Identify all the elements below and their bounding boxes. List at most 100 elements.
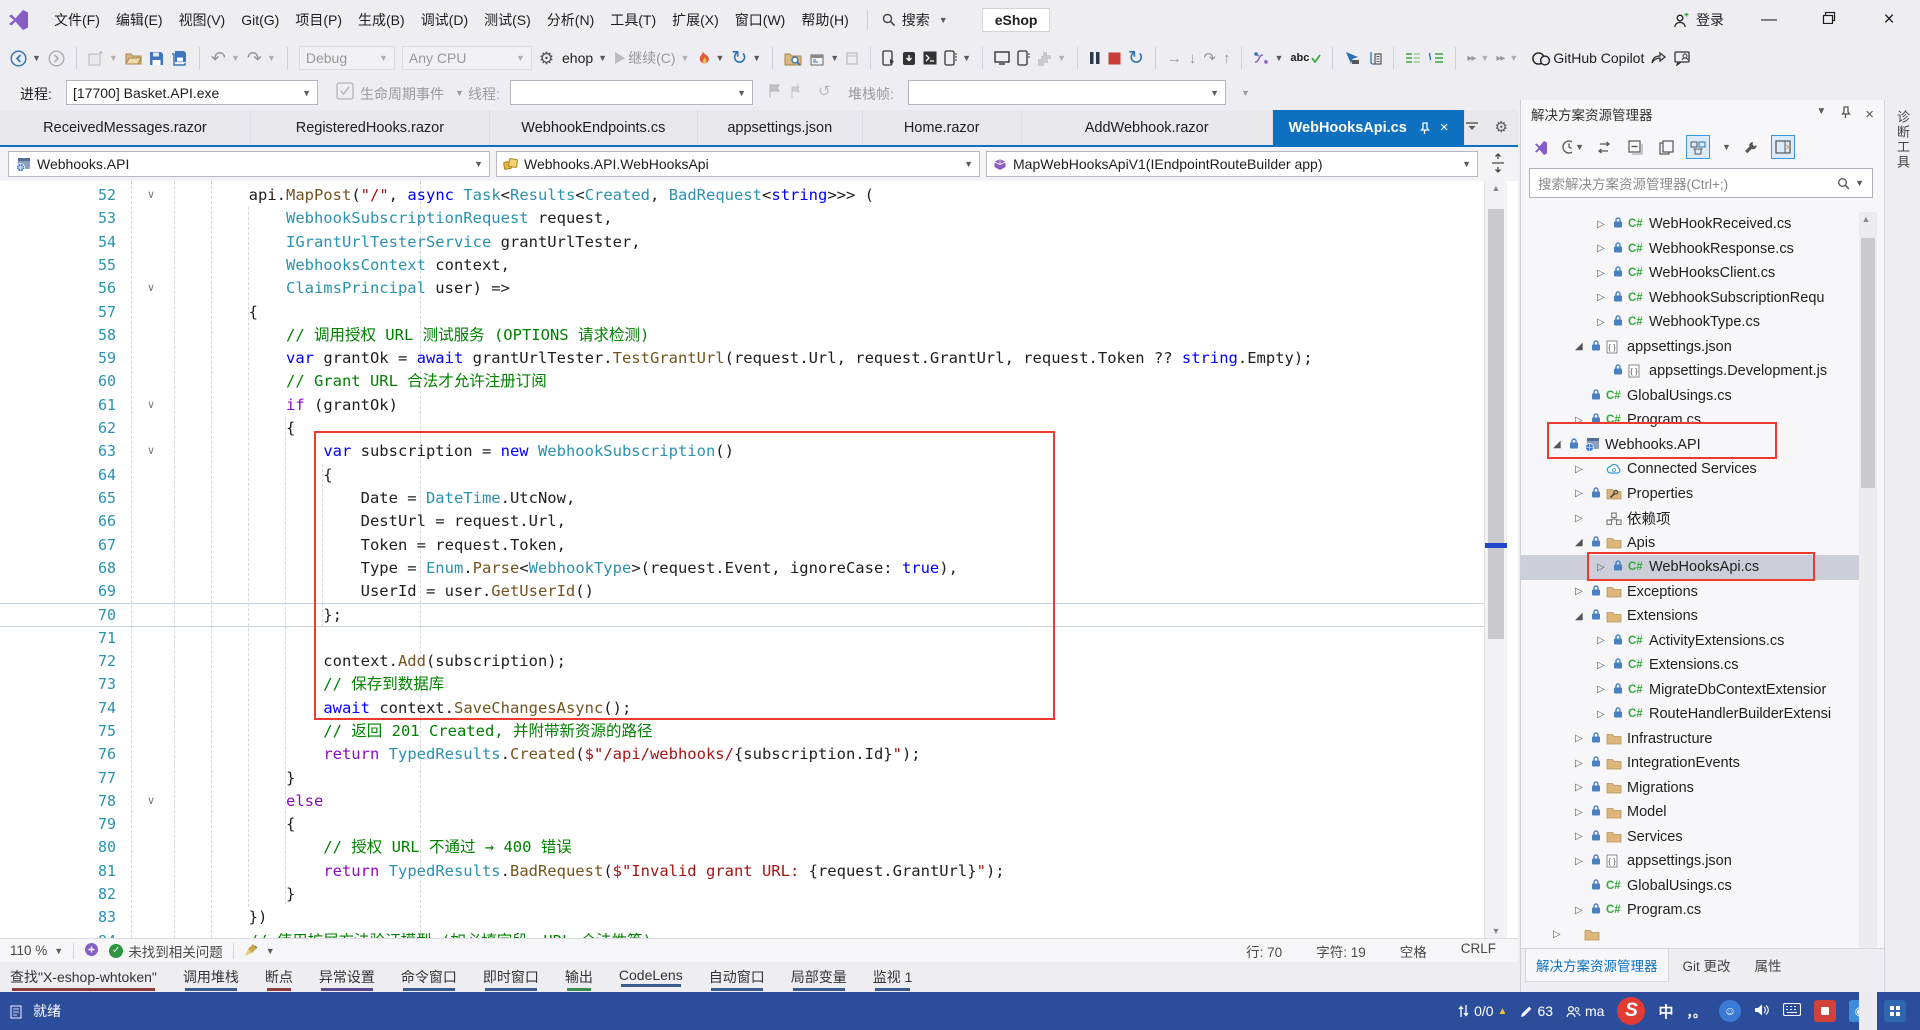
- code-line[interactable]: 55 WebhooksContext context,: [0, 254, 1484, 277]
- explorer-scrollbar[interactable]: ▲ ▼: [1859, 212, 1877, 1030]
- tree-item-Apis[interactable]: ◢ Apis: [1521, 531, 1885, 556]
- loop-icon[interactable]: ↺: [818, 84, 831, 99]
- expand-collapsed-icon[interactable]: ▷: [1597, 660, 1605, 671]
- code-line[interactable]: 59 var grantOk = await grantUrlTester.Te…: [0, 347, 1484, 370]
- code-editor[interactable]: 52 ∨ api.MapPost("/", async Task<Results<…: [0, 181, 1518, 938]
- expand-collapsed-icon[interactable]: ▷: [1575, 856, 1583, 867]
- tree-item-Program.cs[interactable]: ▷ C# Program.cs: [1521, 408, 1885, 433]
- tree-item-MigrateDbContextExtensior[interactable]: ▷ C# MigrateDbContextExtensior: [1521, 678, 1885, 703]
- tree-item-WebHooksApi.cs[interactable]: ▷ C# WebHooksApi.cs: [1521, 555, 1859, 580]
- stack-frame-combo[interactable]: ▼: [908, 80, 1226, 105]
- tab-settings-gear-icon[interactable]: ⚙: [1495, 120, 1508, 135]
- document-outline-button[interactable]: [1367, 51, 1382, 66]
- line-ending-indicator[interactable]: CRLF: [1461, 941, 1496, 961]
- explorer-bottom-tab[interactable]: 解决方案资源管理器: [1525, 949, 1669, 982]
- tree-item-WebhookSubscriptionRequ[interactable]: ▷ C# WebhookSubscriptionRequ: [1521, 286, 1885, 311]
- scroll-up-icon[interactable]: ▲: [1485, 183, 1507, 193]
- share-button[interactable]: [1651, 51, 1667, 65]
- expand-expanded-icon[interactable]: ◢: [1575, 611, 1583, 622]
- expand-collapsed-icon[interactable]: ▷: [1575, 488, 1583, 499]
- expand-collapsed-icon[interactable]: ▷: [1597, 709, 1605, 720]
- undo-button[interactable]: ↶ ▼: [211, 49, 240, 67]
- menu-item-文件F[interactable]: 文件(F): [46, 7, 108, 33]
- solution-name-badge[interactable]: eShop: [981, 8, 1051, 32]
- close-tab-icon[interactable]: ×: [1440, 119, 1449, 136]
- expand-collapsed-icon[interactable]: ▷: [1575, 807, 1583, 818]
- step-out-button[interactable]: ↑: [1223, 51, 1231, 66]
- spell-check-button[interactable]: abc: [1290, 52, 1322, 64]
- tree-item-Migrations[interactable]: ▷ Migrations: [1521, 776, 1885, 801]
- stop-button[interactable]: [1108, 52, 1121, 65]
- expand-collapsed-icon[interactable]: ▷: [1597, 243, 1605, 254]
- code-line[interactable]: 75 // 返回 201 Created, 并附带新资源的路径: [0, 720, 1484, 743]
- fold-marker-icon[interactable]: ∨: [143, 277, 159, 300]
- code-line[interactable]: 70 };: [0, 603, 1484, 627]
- expand-collapsed-icon[interactable]: ▷: [1553, 929, 1561, 940]
- restart-debug-button[interactable]: ↻: [1128, 49, 1144, 68]
- tree-item-Extensions[interactable]: ◢ Extensions: [1521, 604, 1885, 629]
- step-into-button[interactable]: ↓: [1189, 51, 1197, 66]
- fold-marker-icon[interactable]: ∨: [143, 440, 159, 463]
- code-line[interactable]: 72 context.Add(subscription);: [0, 650, 1484, 673]
- close-button[interactable]: ×: [1874, 9, 1904, 31]
- tree-item-Services[interactable]: ▷ Services: [1521, 825, 1885, 850]
- collapse-all-icon[interactable]: [1624, 136, 1646, 158]
- thread-combo[interactable]: ▼: [510, 80, 753, 105]
- code-line[interactable]: 60 // Grant URL 合法才允许注册订阅: [0, 370, 1484, 393]
- terminal-button[interactable]: [923, 51, 937, 65]
- tree-item-ActivityExtensions.cs[interactable]: ▷ C# ActivityExtensions.cs: [1521, 629, 1885, 654]
- menu-item-测试S[interactable]: 测试(S): [476, 7, 539, 33]
- home-button[interactable]: ▼: [809, 51, 839, 66]
- new-project-button[interactable]: ▼: [88, 50, 118, 66]
- document-tab[interactable]: WebhookEndpoints.cs: [490, 110, 698, 145]
- background-tasks-icon[interactable]: [10, 1004, 25, 1019]
- deploy-device-button[interactable]: [882, 50, 895, 66]
- tree-item-WebhookType.cs[interactable]: ▷ C# WebhookType.cs: [1521, 310, 1885, 335]
- code-line[interactable]: 81 return TypedResults.BadRequest($"Inva…: [0, 860, 1484, 883]
- menu-item-视图V[interactable]: 视图(V): [171, 7, 234, 33]
- tool-window-tab[interactable]: 调用堆栈: [183, 962, 239, 991]
- code-line[interactable]: 83 }): [0, 906, 1484, 929]
- window-layout-button[interactable]: [846, 51, 859, 65]
- window-options-icon[interactable]: ▼: [1816, 106, 1826, 123]
- pin-icon[interactable]: [1840, 105, 1852, 123]
- code-line[interactable]: 79 {: [0, 813, 1484, 836]
- debug-tests-button[interactable]: ▸▸ ▼: [1496, 53, 1518, 64]
- properties-window-icon[interactable]: [1655, 136, 1677, 158]
- wrench-icon[interactable]: [1740, 136, 1762, 158]
- code-line[interactable]: 73 // 保存到数据库: [0, 673, 1484, 696]
- search-menu[interactable]: 搜索 ▼: [882, 10, 948, 30]
- expand-collapsed-icon[interactable]: ▷: [1575, 586, 1583, 597]
- restart-app-button[interactable]: ↻ ▼: [731, 49, 761, 68]
- code-line[interactable]: 71: [0, 627, 1484, 650]
- fold-marker-icon[interactable]: ∨: [143, 184, 159, 207]
- expand-collapsed-icon[interactable]: ▷: [1597, 562, 1605, 573]
- device-install-button[interactable]: [902, 51, 916, 66]
- menu-item-工具T[interactable]: 工具(T): [602, 7, 664, 33]
- preview-selected-items-icon[interactable]: [1770, 135, 1795, 159]
- diagnostic-tools-tab[interactable]: 诊断工具: [1893, 110, 1912, 170]
- editor-vertical-scrollbar[interactable]: ▲ ▼: [1484, 181, 1507, 938]
- expand-collapsed-icon[interactable]: ▷: [1597, 317, 1605, 328]
- step-back-button[interactable]: ↷: [1203, 51, 1216, 66]
- code-line[interactable]: 68 Type = Enum.Parse<WebhookType>(reques…: [0, 557, 1484, 580]
- expand-collapsed-icon[interactable]: ▷: [1575, 831, 1583, 842]
- expand-collapsed-icon[interactable]: ▷: [1597, 684, 1605, 695]
- tree-item-Properties[interactable]: ▷ Properties: [1521, 482, 1885, 507]
- tree-item-Webhooks.API[interactable]: ◢ Webhooks.API: [1521, 433, 1885, 458]
- code-line[interactable]: 84 // 使用扩展方法验证模型 (如必填字段、URL 合法性等): [0, 930, 1484, 938]
- code-line[interactable]: 57 {: [0, 301, 1484, 324]
- tree-item-Exceptions[interactable]: ▷ Exceptions: [1521, 580, 1885, 605]
- solution-explorer-search-input[interactable]: 搜索解决方案资源管理器(Ctrl+;) ▼: [1529, 168, 1873, 198]
- project-dropdown[interactable]: Webhooks.API ▼: [8, 151, 490, 177]
- code-cleanup-button[interactable]: ▼: [244, 943, 275, 958]
- git-sync-button[interactable]: 0/0 ▲: [1457, 1003, 1507, 1019]
- expand-expanded-icon[interactable]: ◢: [1575, 537, 1583, 548]
- tray-grid-icon[interactable]: [1884, 1000, 1906, 1022]
- code-line[interactable]: 53 WebhookSubscriptionRequest request,: [0, 207, 1484, 230]
- startup-profile-button[interactable]: ⚙ ehop ▼: [539, 50, 607, 67]
- pause-button[interactable]: [1089, 51, 1101, 65]
- tree-item-ConnectedServices[interactable]: ▷ Connected Services: [1521, 457, 1885, 482]
- code-line[interactable]: 58 // 调用授权 URL 测试服务 (OPTIONS 请求检测): [0, 324, 1484, 347]
- tree-item-Extensions.cs[interactable]: ▷ C# Extensions.cs: [1521, 653, 1885, 678]
